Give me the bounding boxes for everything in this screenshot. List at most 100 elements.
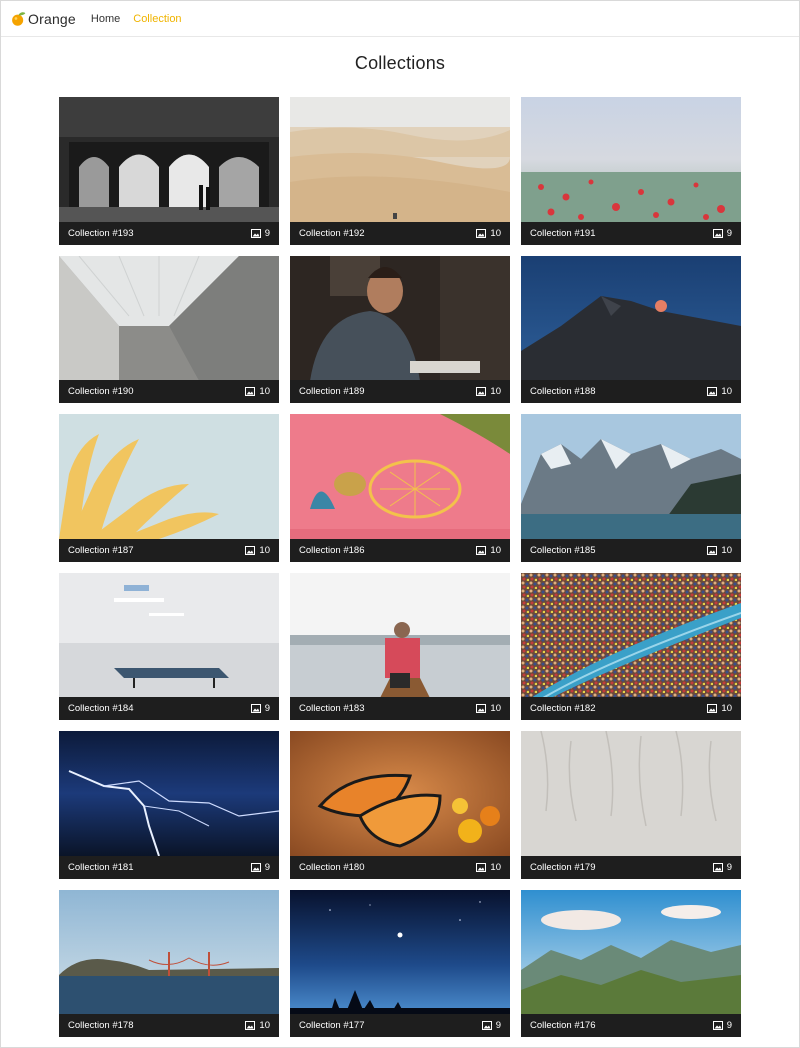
collection-card[interactable]: Collection #178 10: [59, 889, 279, 1037]
brand-name: Orange: [28, 10, 76, 27]
collection-thumbnail: [59, 97, 279, 222]
image-icon: [476, 545, 487, 555]
collection-title: Collection #182: [530, 703, 596, 714]
image-icon: [245, 545, 256, 555]
collection-title: Collection #193: [68, 227, 134, 239]
photo-count-value: 10: [490, 861, 501, 873]
collection-info-bar: Collection #182 10: [521, 697, 741, 720]
photo-count-value: 10: [721, 386, 732, 397]
collection-title: Collection #181: [68, 861, 134, 873]
photo-count-value: 9: [726, 227, 732, 239]
photo-count: 10: [707, 703, 732, 714]
photo-count-value: 10: [490, 544, 501, 556]
image-icon: [712, 862, 723, 872]
photo-count-value: 10: [721, 703, 732, 714]
page-title: Collections: [354, 53, 446, 73]
collection-thumbnail: [521, 97, 741, 222]
collection-info-bar: Collection #185 10: [521, 538, 741, 562]
collection-title: Collection #190: [68, 386, 134, 397]
photo-count: 10: [707, 545, 732, 556]
orange-icon: [12, 12, 26, 26]
photo-count: 10: [476, 228, 501, 239]
collection-thumbnail: [59, 572, 279, 698]
collection-thumbnail: [290, 572, 510, 698]
image-icon: [245, 1021, 256, 1030]
navbar: Orange Home Collection: [1, 1, 799, 37]
photo-count-value: 9: [264, 861, 270, 873]
collection-card[interactable]: Collection #177 9: [290, 889, 510, 1037]
collection-title: Collection #192: [299, 227, 365, 239]
collection-title: Collection #186: [299, 544, 365, 556]
collection-title: Collection #187: [68, 544, 134, 556]
collection-card[interactable]: Collection #186 10: [290, 414, 510, 562]
collection-thumbnail: [290, 97, 510, 222]
collection-info-bar: Collection #188 10: [521, 380, 741, 403]
collection-card[interactable]: Collection #189 10: [290, 255, 510, 403]
photo-count-value: 10: [259, 386, 270, 397]
photo-count: 9: [250, 861, 270, 873]
collection-card[interactable]: Collection #193 9: [59, 97, 279, 245]
collection-info-bar: Collection #186 10: [290, 538, 510, 562]
collection-info-bar: Collection #178 10: [59, 1014, 279, 1037]
collection-card[interactable]: Collection #190 10: [59, 255, 279, 403]
collection-info-bar: Collection #191 9: [521, 221, 741, 245]
image-icon: [707, 704, 718, 713]
image-icon: [250, 704, 261, 713]
photo-count-value: 10: [259, 1020, 270, 1031]
collection-title: Collection #177: [299, 1020, 365, 1031]
nav-home[interactable]: Home: [91, 13, 120, 25]
collection-thumbnail: [290, 414, 510, 539]
collection-thumbnail: [521, 889, 741, 1015]
collection-card[interactable]: Collection #192 10: [290, 97, 510, 245]
collection-info-bar: Collection #189 10: [290, 380, 510, 403]
collection-card[interactable]: Collection #182 10: [521, 572, 741, 720]
photo-count-value: 9: [264, 703, 270, 714]
collection-thumbnail: [521, 255, 741, 381]
collection-card[interactable]: Collection #185 10: [521, 414, 741, 562]
photo-count: 9: [250, 227, 270, 239]
collection-info-bar: Collection #179 9: [521, 855, 741, 879]
photo-count-value: 9: [264, 227, 270, 239]
photo-count: 10: [476, 545, 501, 556]
collection-thumbnail: [59, 255, 279, 381]
image-icon: [712, 1021, 723, 1030]
photo-count: 10: [245, 545, 270, 556]
collection-card[interactable]: Collection #181 9: [59, 731, 279, 879]
collection-info-bar: Collection #190 10: [59, 380, 279, 403]
collection-card[interactable]: Collection #176 9: [521, 889, 741, 1037]
image-icon: [476, 704, 487, 713]
collection-info-bar: Collection #184 9: [59, 697, 279, 720]
image-icon: [707, 545, 718, 555]
collection-info-bar: Collection #183 10: [290, 697, 510, 720]
photo-count-value: 10: [490, 386, 501, 397]
photo-count-value: 10: [721, 544, 732, 556]
photo-count: 10: [245, 1020, 270, 1031]
collection-card[interactable]: Collection #184 9: [59, 572, 279, 720]
collection-info-bar: Collection #180 10: [290, 855, 510, 879]
collection-title: Collection #191: [530, 227, 596, 239]
photo-count: 10: [476, 862, 501, 873]
collection-thumbnail: [290, 731, 510, 856]
collection-card[interactable]: Collection #188 10: [521, 255, 741, 403]
photo-count: 9: [712, 1020, 732, 1031]
collection-thumbnail: [59, 731, 279, 856]
collection-thumbnail: [521, 414, 741, 539]
collection-title: Collection #183: [299, 703, 365, 714]
photo-count: 9: [712, 862, 732, 873]
collection-card[interactable]: Collection #187 10: [59, 414, 279, 562]
collection-info-bar: Collection #193 9: [59, 221, 279, 245]
collection-card[interactable]: Collection #180 10: [290, 731, 510, 879]
collection-title: Collection #180: [299, 861, 365, 873]
image-icon: [712, 228, 723, 238]
collection-card[interactable]: Collection #179 9: [521, 731, 741, 879]
collection-card[interactable]: Collection #183 10: [290, 572, 510, 720]
nav-collection[interactable]: Collection: [133, 13, 181, 25]
collection-title: Collection #188: [530, 386, 596, 397]
collection-card[interactable]: Collection #191 9: [521, 97, 741, 245]
collection-title: Collection #185: [530, 544, 596, 556]
collection-title: Collection #189: [299, 386, 365, 397]
collection-info-bar: Collection #181 9: [59, 855, 279, 879]
brand-logo[interactable]: Orange: [10, 10, 76, 27]
photo-count: 9: [481, 1020, 501, 1031]
image-icon: [476, 862, 487, 872]
